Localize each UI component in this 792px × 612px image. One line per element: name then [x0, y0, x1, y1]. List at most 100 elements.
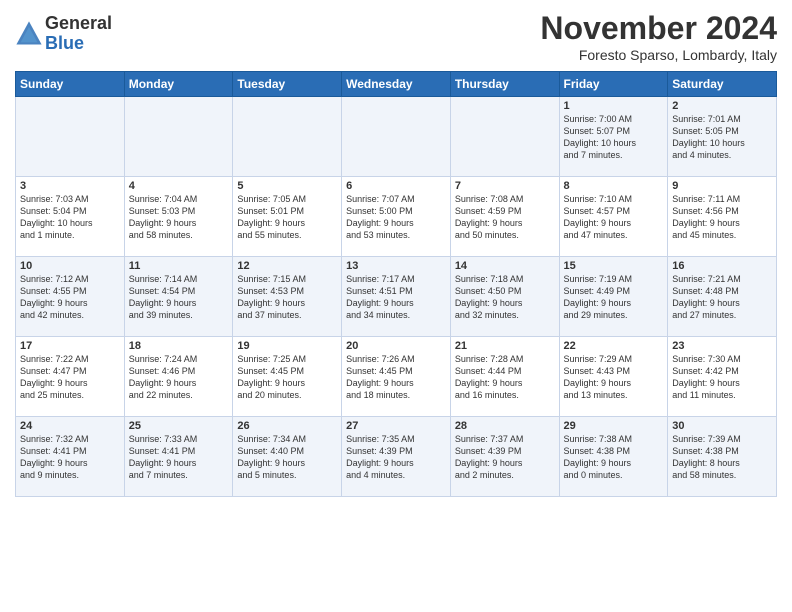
calendar-header: SundayMondayTuesdayWednesdayThursdayFrid… — [16, 72, 777, 97]
day-cell: 10Sunrise: 7:12 AM Sunset: 4:55 PM Dayli… — [16, 257, 125, 337]
day-info: Sunrise: 7:12 AM Sunset: 4:55 PM Dayligh… — [20, 273, 120, 322]
day-cell: 3Sunrise: 7:03 AM Sunset: 5:04 PM Daylig… — [16, 177, 125, 257]
day-number: 7 — [455, 180, 555, 192]
day-number: 27 — [346, 420, 446, 432]
logo-general: General — [45, 14, 112, 34]
day-cell: 23Sunrise: 7:30 AM Sunset: 4:42 PM Dayli… — [668, 337, 777, 417]
day-cell: 18Sunrise: 7:24 AM Sunset: 4:46 PM Dayli… — [124, 337, 233, 417]
day-cell: 13Sunrise: 7:17 AM Sunset: 4:51 PM Dayli… — [342, 257, 451, 337]
day-number: 21 — [455, 340, 555, 352]
logo-icon — [15, 20, 43, 48]
week-row-5: 24Sunrise: 7:32 AM Sunset: 4:41 PM Dayli… — [16, 417, 777, 497]
day-number: 24 — [20, 420, 120, 432]
day-number: 17 — [20, 340, 120, 352]
day-info: Sunrise: 7:33 AM Sunset: 4:41 PM Dayligh… — [129, 433, 229, 482]
day-info: Sunrise: 7:08 AM Sunset: 4:59 PM Dayligh… — [455, 193, 555, 242]
day-info: Sunrise: 7:05 AM Sunset: 5:01 PM Dayligh… — [237, 193, 337, 242]
day-number: 3 — [20, 180, 120, 192]
header-row: SundayMondayTuesdayWednesdayThursdayFrid… — [16, 72, 777, 97]
day-info: Sunrise: 7:32 AM Sunset: 4:41 PM Dayligh… — [20, 433, 120, 482]
day-cell: 30Sunrise: 7:39 AM Sunset: 4:38 PM Dayli… — [668, 417, 777, 497]
day-cell: 12Sunrise: 7:15 AM Sunset: 4:53 PM Dayli… — [233, 257, 342, 337]
day-number: 2 — [672, 100, 772, 112]
calendar-table: SundayMondayTuesdayWednesdayThursdayFrid… — [15, 71, 777, 497]
day-info: Sunrise: 7:14 AM Sunset: 4:54 PM Dayligh… — [129, 273, 229, 322]
day-info: Sunrise: 7:19 AM Sunset: 4:49 PM Dayligh… — [564, 273, 664, 322]
title-area: November 2024 Foresto Sparso, Lombardy, … — [540, 10, 777, 63]
day-info: Sunrise: 7:01 AM Sunset: 5:05 PM Dayligh… — [672, 113, 772, 162]
header-day-thursday: Thursday — [450, 72, 559, 97]
day-cell: 21Sunrise: 7:28 AM Sunset: 4:44 PM Dayli… — [450, 337, 559, 417]
day-info: Sunrise: 7:00 AM Sunset: 5:07 PM Dayligh… — [564, 113, 664, 162]
day-cell: 24Sunrise: 7:32 AM Sunset: 4:41 PM Dayli… — [16, 417, 125, 497]
day-number: 16 — [672, 260, 772, 272]
week-row-3: 10Sunrise: 7:12 AM Sunset: 4:55 PM Dayli… — [16, 257, 777, 337]
day-number: 14 — [455, 260, 555, 272]
day-number: 4 — [129, 180, 229, 192]
header-day-wednesday: Wednesday — [342, 72, 451, 97]
day-info: Sunrise: 7:25 AM Sunset: 4:45 PM Dayligh… — [237, 353, 337, 402]
day-number: 13 — [346, 260, 446, 272]
day-info: Sunrise: 7:34 AM Sunset: 4:40 PM Dayligh… — [237, 433, 337, 482]
day-info: Sunrise: 7:21 AM Sunset: 4:48 PM Dayligh… — [672, 273, 772, 322]
day-cell: 6Sunrise: 7:07 AM Sunset: 5:00 PM Daylig… — [342, 177, 451, 257]
header-day-friday: Friday — [559, 72, 668, 97]
day-number: 11 — [129, 260, 229, 272]
day-cell: 22Sunrise: 7:29 AM Sunset: 4:43 PM Dayli… — [559, 337, 668, 417]
header-area: General Blue November 2024 Foresto Spars… — [15, 10, 777, 63]
location: Foresto Sparso, Lombardy, Italy — [540, 47, 777, 63]
header-day-saturday: Saturday — [668, 72, 777, 97]
header-day-monday: Monday — [124, 72, 233, 97]
logo-text: General Blue — [45, 14, 112, 54]
day-info: Sunrise: 7:38 AM Sunset: 4:38 PM Dayligh… — [564, 433, 664, 482]
day-number: 8 — [564, 180, 664, 192]
day-info: Sunrise: 7:26 AM Sunset: 4:45 PM Dayligh… — [346, 353, 446, 402]
day-cell: 5Sunrise: 7:05 AM Sunset: 5:01 PM Daylig… — [233, 177, 342, 257]
day-cell: 27Sunrise: 7:35 AM Sunset: 4:39 PM Dayli… — [342, 417, 451, 497]
day-cell: 19Sunrise: 7:25 AM Sunset: 4:45 PM Dayli… — [233, 337, 342, 417]
day-info: Sunrise: 7:35 AM Sunset: 4:39 PM Dayligh… — [346, 433, 446, 482]
day-info: Sunrise: 7:18 AM Sunset: 4:50 PM Dayligh… — [455, 273, 555, 322]
logo-blue: Blue — [45, 34, 112, 54]
week-row-4: 17Sunrise: 7:22 AM Sunset: 4:47 PM Dayli… — [16, 337, 777, 417]
day-number: 23 — [672, 340, 772, 352]
day-cell: 17Sunrise: 7:22 AM Sunset: 4:47 PM Dayli… — [16, 337, 125, 417]
day-info: Sunrise: 7:28 AM Sunset: 4:44 PM Dayligh… — [455, 353, 555, 402]
day-number: 6 — [346, 180, 446, 192]
day-info: Sunrise: 7:04 AM Sunset: 5:03 PM Dayligh… — [129, 193, 229, 242]
day-info: Sunrise: 7:15 AM Sunset: 4:53 PM Dayligh… — [237, 273, 337, 322]
month-title: November 2024 — [540, 10, 777, 47]
day-cell: 26Sunrise: 7:34 AM Sunset: 4:40 PM Dayli… — [233, 417, 342, 497]
day-cell — [342, 97, 451, 177]
day-number: 1 — [564, 100, 664, 112]
day-cell: 16Sunrise: 7:21 AM Sunset: 4:48 PM Dayli… — [668, 257, 777, 337]
header-day-tuesday: Tuesday — [233, 72, 342, 97]
day-number: 12 — [237, 260, 337, 272]
day-number: 5 — [237, 180, 337, 192]
week-row-1: 1Sunrise: 7:00 AM Sunset: 5:07 PM Daylig… — [16, 97, 777, 177]
header-day-sunday: Sunday — [16, 72, 125, 97]
day-number: 9 — [672, 180, 772, 192]
day-info: Sunrise: 7:03 AM Sunset: 5:04 PM Dayligh… — [20, 193, 120, 242]
day-info: Sunrise: 7:29 AM Sunset: 4:43 PM Dayligh… — [564, 353, 664, 402]
day-cell: 9Sunrise: 7:11 AM Sunset: 4:56 PM Daylig… — [668, 177, 777, 257]
day-cell: 28Sunrise: 7:37 AM Sunset: 4:39 PM Dayli… — [450, 417, 559, 497]
day-number: 20 — [346, 340, 446, 352]
day-info: Sunrise: 7:37 AM Sunset: 4:39 PM Dayligh… — [455, 433, 555, 482]
day-number: 25 — [129, 420, 229, 432]
day-number: 28 — [455, 420, 555, 432]
day-number: 22 — [564, 340, 664, 352]
main-container: General Blue November 2024 Foresto Spars… — [0, 0, 792, 502]
day-number: 30 — [672, 420, 772, 432]
day-info: Sunrise: 7:24 AM Sunset: 4:46 PM Dayligh… — [129, 353, 229, 402]
day-number: 19 — [237, 340, 337, 352]
day-number: 18 — [129, 340, 229, 352]
day-cell: 7Sunrise: 7:08 AM Sunset: 4:59 PM Daylig… — [450, 177, 559, 257]
day-info: Sunrise: 7:30 AM Sunset: 4:42 PM Dayligh… — [672, 353, 772, 402]
day-info: Sunrise: 7:10 AM Sunset: 4:57 PM Dayligh… — [564, 193, 664, 242]
day-cell — [233, 97, 342, 177]
day-info: Sunrise: 7:11 AM Sunset: 4:56 PM Dayligh… — [672, 193, 772, 242]
day-cell: 20Sunrise: 7:26 AM Sunset: 4:45 PM Dayli… — [342, 337, 451, 417]
week-row-2: 3Sunrise: 7:03 AM Sunset: 5:04 PM Daylig… — [16, 177, 777, 257]
logo: General Blue — [15, 14, 112, 54]
